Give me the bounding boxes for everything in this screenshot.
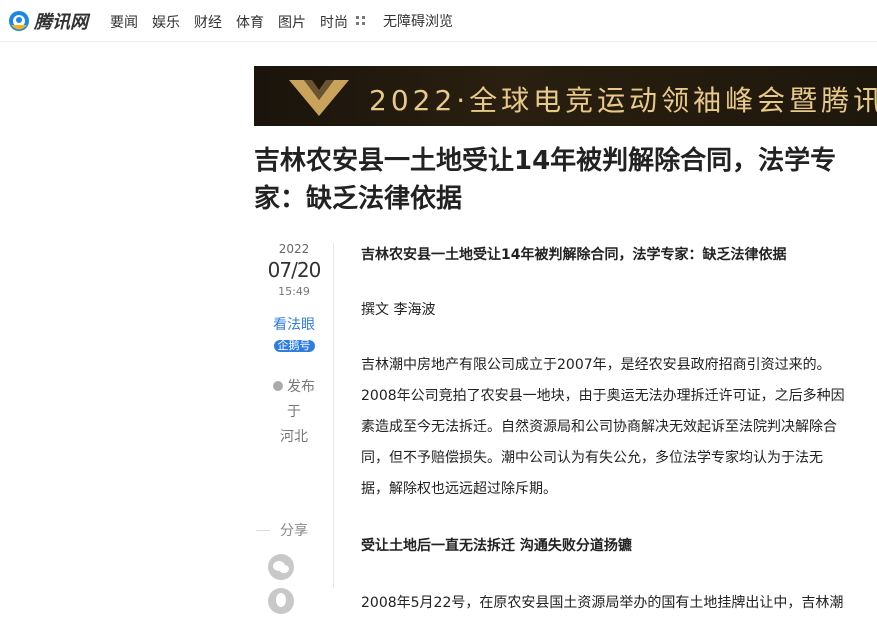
nav-item-finance[interactable]: 财经 <box>194 12 222 32</box>
tencent-logo-icon <box>9 11 29 31</box>
article-meta: 2022 07/20 15:49 看法眼 企鹅号 发布 于 河北 <box>254 238 334 450</box>
paragraph-line: 2008年公司竞拍了农安县一地块，由于奥运无法办理拆迁许可证，之后多种因 <box>361 388 845 404</box>
promo-banner[interactable]: 2022·全球电竞运动领袖峰会暨腾讯电竞年度发布会 <box>254 66 877 126</box>
share-label: 分享 <box>280 523 308 539</box>
nav-item-news[interactable]: 要闻 <box>110 12 138 32</box>
section-heading: 受让土地后一直无法拆迁 沟通失败分道扬镳 <box>361 538 632 554</box>
source-name[interactable]: 看法眼 <box>254 314 334 334</box>
publish-year: 2022 <box>278 242 310 256</box>
article-lead: 吉林农安县一土地受让14年被判解除合同，法学专家：缺乏法律依据 <box>361 247 787 263</box>
crown-emblem-icon <box>289 80 349 116</box>
publish-time: 15:49 <box>278 285 310 298</box>
site-logo[interactable]: 腾讯网 <box>8 9 88 33</box>
article-title: 吉林农安县一土地受让14年被判解除合同，法学专家：缺乏法律依据 <box>254 146 837 214</box>
publish-location-value: 河北 <box>280 429 308 445</box>
wechat-share-icon[interactable] <box>268 554 294 580</box>
nav-item-entertainment[interactable]: 娱乐 <box>152 12 180 32</box>
top-nav-bar: 腾讯网 要闻 娱乐 财经 体育 图片 时尚 无障碍浏览 <box>0 0 877 42</box>
qq-share-icon[interactable] <box>268 588 294 614</box>
info-icon <box>273 381 283 391</box>
paragraph-line: 同，但不予赔偿损失。潮中公司认为有失公允，多位法学专家均认为于法无 <box>361 450 823 466</box>
nav-item-sports[interactable]: 体育 <box>236 12 264 32</box>
article-body: 吉林农安县一土地受让14年被判解除合同，法学专家：缺乏法律依据 撰文 李海波 吉… <box>361 240 851 619</box>
publish-date: 07/20 <box>267 258 322 282</box>
paragraph-line: 素造成至今无法拆迁。自然资源局和公司协商解决无效起诉至法院判决解除合 <box>361 419 837 435</box>
paragraph-line: 据，解除权也远远超过除斥期。 <box>361 481 557 497</box>
accessibility-link[interactable]: 无障碍浏览 <box>383 11 453 31</box>
publish-mid: 于 <box>287 404 301 420</box>
paragraph-line: 吉林潮中房地产有限公司成立于2007年，是经农安县政府招商引资过来的。 <box>361 357 831 373</box>
article-author: 撰文 李海波 <box>361 302 436 318</box>
banner-text: 2022·全球电竞运动领袖峰会暨腾讯电竞年度发布会 <box>369 84 877 117</box>
main-nav: 要闻 娱乐 财经 体育 图片 时尚 <box>110 12 362 32</box>
logo-text: 腾讯网 <box>34 12 88 33</box>
publish-prefix: 发布 <box>287 379 315 395</box>
source-badge: 企鹅号 <box>273 340 315 352</box>
nav-item-fashion[interactable]: 时尚 <box>320 12 348 32</box>
grid-menu-icon[interactable] <box>356 16 366 26</box>
nav-item-pictures[interactable]: 图片 <box>278 12 306 32</box>
publish-location: 发布 于 河北 <box>254 375 334 450</box>
paragraph-line: 2008年5月22号，在原农安县国土资源局举办的国有土地挂牌出让中，吉林潮 <box>361 595 844 611</box>
